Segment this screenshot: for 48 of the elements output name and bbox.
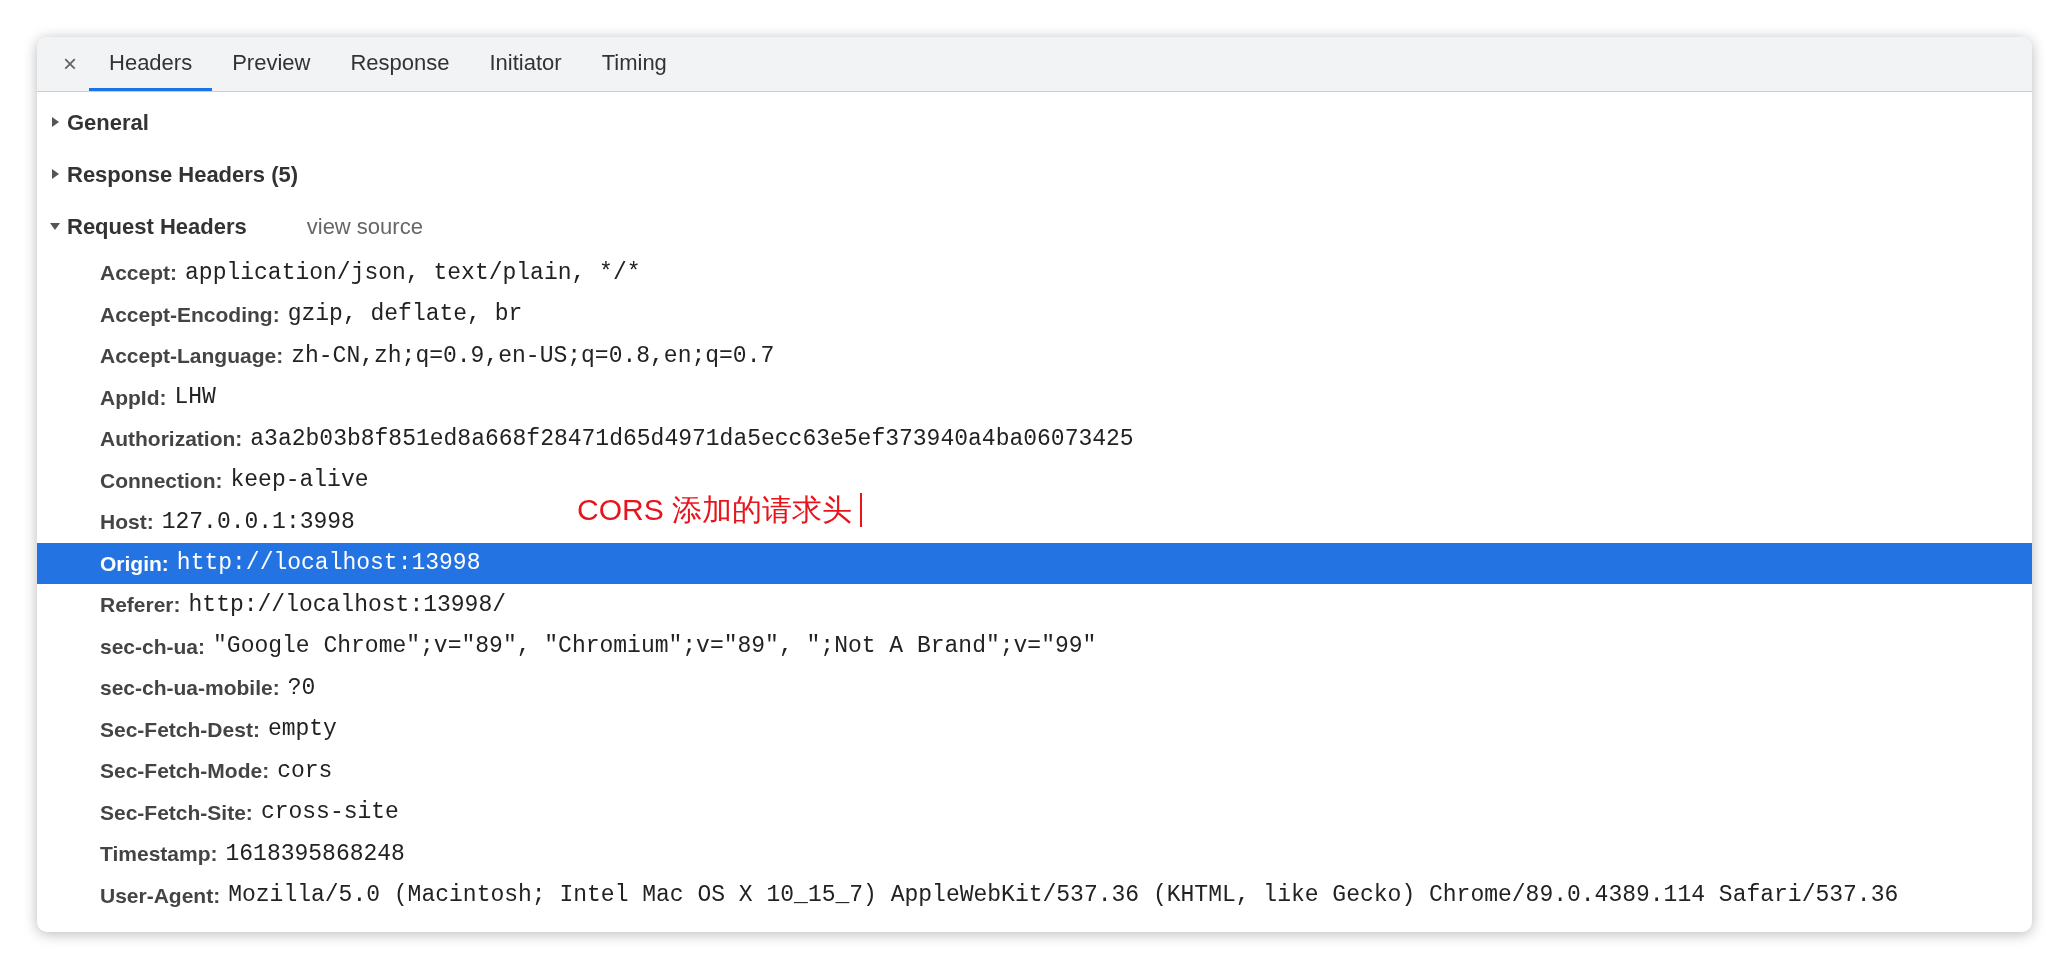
- selected-header-row[interactable]: Origin: http://localhost:13998: [37, 542, 2032, 584]
- header-value: a3a2b03b8f851ed8a668f28471d65d4971da5ecc63e5ef373940a4ba06073425: [250, 424, 1134, 454]
- header-name: Sec-Fetch-Dest:: [100, 716, 260, 743]
- header-value: LHW: [174, 383, 216, 412]
- header-value: 1618395868248: [225, 839, 405, 869]
- header-name: Accept-Language:: [100, 343, 284, 369]
- collapsed-triangle-icon[interactable]: [49, 116, 61, 128]
- view-source-link[interactable]: view source: [306, 209, 423, 243]
- annotation-text: CORS 添加的请求头: [577, 492, 852, 528]
- header-name: Host:: [100, 509, 154, 535]
- collapsed-triangle-icon[interactable]: [49, 168, 61, 180]
- close-button[interactable]: ×: [51, 46, 89, 82]
- header-name: Timestamp:: [100, 841, 218, 867]
- header-name: sec-ch-ua-mobile:: [100, 675, 280, 701]
- tab[interactable]: Initiator: [469, 37, 582, 91]
- header-name: User-Agent:: [100, 882, 221, 909]
- header-value: application/json, text/plain, */*: [185, 258, 641, 288]
- header-value: keep-alive: [230, 466, 369, 495]
- tab[interactable]: Response: [330, 37, 470, 91]
- expanded-triangle-icon[interactable]: [49, 220, 61, 232]
- header-name: Accept:: [100, 260, 178, 286]
- section-title[interactable]: Response Headers (5): [67, 157, 299, 191]
- header-name: Referer:: [100, 592, 181, 618]
- header-name: Accept-Encoding:: [100, 301, 280, 328]
- header-name: AppId:: [100, 384, 167, 411]
- header-name: Connection:: [100, 467, 223, 494]
- header-value: zh-CN,zh;q=0.9,en-US;q=0.8,en;q=0.7: [291, 341, 775, 371]
- header-value: cors: [277, 756, 333, 786]
- text-cursor: [860, 492, 862, 527]
- header-name: Sec-Fetch-Mode:: [100, 758, 270, 784]
- header-value: empty: [267, 715, 337, 744]
- header-name: Sec-Fetch-Site:: [100, 799, 253, 826]
- tab[interactable]: Preview: [212, 37, 331, 91]
- section-title[interactable]: General: [67, 105, 149, 139]
- tab[interactable]: Headers: [89, 37, 213, 91]
- header-value: http://localhost:13998: [176, 549, 481, 578]
- section-title[interactable]: Request Headers: [67, 209, 247, 243]
- tab[interactable]: Timing: [581, 37, 687, 91]
- header-name: Origin:: [100, 550, 169, 577]
- header-value: http://localhost:13998/: [188, 590, 506, 620]
- header-name: Authorization:: [100, 426, 243, 452]
- header-value: ?0: [287, 673, 316, 703]
- header-value: 127.0.0.1:3998: [161, 507, 355, 537]
- header-value: cross-site: [260, 798, 399, 827]
- header-value: Mozilla/5.0 (Macintosh; Intel Mac OS X 10_15_7) AppleWebKit/537.36 (KHTML, like Gecko) Chrome/89.0.4389.114 Safari/537.36: [228, 881, 1899, 910]
- header-value: gzip, deflate, br: [287, 300, 523, 329]
- header-name: sec-ch-ua:: [100, 633, 206, 660]
- header-value: "Google Chrome";v="89", "Chromium";v="89", ";Not A Brand";v="99": [213, 632, 1097, 661]
